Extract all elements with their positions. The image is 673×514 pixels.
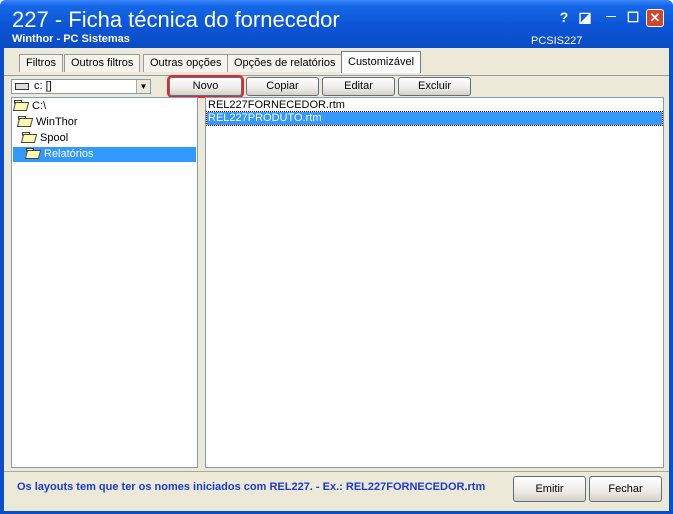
folder-open-icon [14, 100, 28, 110]
copiar-button[interactable]: Copiar [246, 77, 319, 96]
tree-item-relatorios[interactable]: Relatórios [13, 147, 196, 162]
client-area: Filtros Outros filtros Outras opções Opç… [4, 48, 669, 511]
drive-select-value: c: [] [34, 80, 52, 92]
tree-item-label: Relatórios [44, 148, 94, 160]
help-icon[interactable]: ? [555, 8, 573, 26]
drive-select[interactable]: c: [] ▼ [11, 79, 151, 94]
tree-item-label: C:\ [32, 100, 47, 112]
folder-tree[interactable]: C:\ WinThor Spool Relatórios [11, 97, 198, 468]
window-title: 227 - Ficha técnica do fornecedor [12, 7, 340, 32]
drive-icon [15, 83, 29, 90]
routine-code: PCSIS227 [531, 35, 583, 47]
tree-item-spool[interactable]: Spool [22, 131, 68, 146]
title-bar[interactable]: 227 - Ficha técnica do fornecedor Wintho… [0, 0, 673, 48]
tab-strip: Filtros Outros filtros Outras opções Opç… [4, 51, 669, 76]
chevron-down-icon[interactable]: ▼ [136, 80, 150, 93]
tree-item-label: Spool [40, 132, 69, 144]
folder-open-icon [18, 116, 32, 126]
list-item[interactable]: REL227PRODUTO.rtm [206, 111, 663, 126]
info-message: Os layouts tem que ter os nomes iniciado… [17, 481, 486, 493]
emitir-button[interactable]: Emitir [513, 476, 586, 502]
tree-item-c[interactable]: C:\ [14, 99, 46, 114]
novo-button[interactable]: Novo [167, 75, 244, 98]
folder-open-icon [26, 148, 40, 158]
main-window: 227 - Ficha técnica do fornecedor Wintho… [0, 0, 673, 514]
tab-outras-opcoes[interactable]: Outras opções [143, 54, 229, 72]
list-item[interactable]: REL227FORNECEDOR.rtm [207, 99, 662, 112]
file-list[interactable]: REL227FORNECEDOR.rtm REL227PRODUTO.rtm [205, 97, 664, 468]
restore-icon[interactable]: ◪ [576, 8, 594, 26]
tab-outros-filtros[interactable]: Outros filtros [64, 54, 141, 72]
close-icon[interactable]: ✕ [646, 9, 664, 27]
fechar-button[interactable]: Fechar [589, 476, 662, 502]
tab-customizavel[interactable]: Customizável [341, 51, 422, 73]
tree-item-label: WinThor [36, 116, 78, 128]
window-subtitle: Winthor - PC Sistemas [12, 33, 130, 45]
minimize-icon[interactable]: — [602, 8, 620, 26]
maximize-icon[interactable]: ☐ [624, 8, 642, 26]
tab-filtros[interactable]: Filtros [19, 54, 63, 72]
folder-open-icon [22, 132, 36, 142]
excluir-button[interactable]: Excluir [398, 77, 471, 96]
tab-opcoes-de-relatorios[interactable]: Opções de relatórios [227, 54, 343, 72]
tree-item-winthor[interactable]: WinThor [18, 115, 78, 130]
editar-button[interactable]: Editar [322, 77, 395, 96]
tab-divider [4, 75, 669, 76]
